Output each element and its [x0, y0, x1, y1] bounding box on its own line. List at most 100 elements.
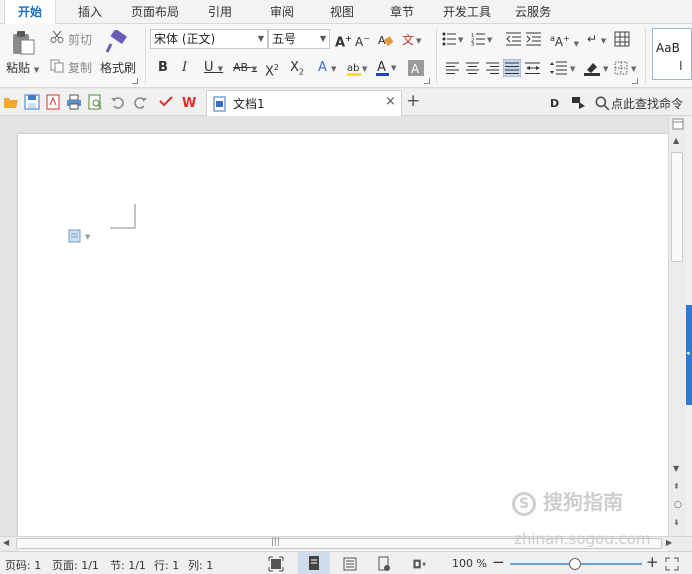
copy-icon[interactable]	[50, 59, 64, 73]
redo-icon[interactable]	[132, 94, 148, 110]
format-painter-icon[interactable]	[104, 30, 128, 54]
underline-icon[interactable]: U ▼	[204, 59, 223, 78]
fit-window-icon[interactable]	[664, 556, 680, 572]
decrease-indent-icon[interactable]	[506, 32, 522, 46]
align-center-icon[interactable]	[466, 62, 480, 74]
tab-review[interactable]: 审阅	[262, 0, 302, 24]
ruler-toggle-icon[interactable]	[672, 118, 684, 130]
document-tab[interactable]: 文档1 ×	[206, 90, 402, 116]
status-column[interactable]: 列: 1	[188, 557, 213, 573]
increase-indent-icon[interactable]	[526, 32, 542, 46]
tab-chapter[interactable]: 章节	[382, 0, 422, 24]
align-left-icon[interactable]	[446, 62, 460, 74]
subscript-icon[interactable]: X2	[290, 59, 304, 82]
zoom-slider[interactable]	[510, 558, 642, 570]
svg-text:▼: ▼	[85, 233, 91, 241]
tab-insert[interactable]: 插入	[70, 0, 110, 24]
italic-icon[interactable]: I	[182, 59, 187, 77]
document-canvas: ▼	[0, 116, 686, 554]
print-icon[interactable]	[66, 94, 82, 110]
clear-format-icon[interactable]: A	[377, 32, 393, 48]
next-page-icon[interactable]: ⇟	[673, 518, 680, 527]
wps-logo-icon[interactable]: W	[182, 94, 198, 110]
paragraph-options-icon[interactable]: ▼	[68, 229, 98, 243]
table-icon[interactable]	[614, 31, 630, 47]
page-view-button[interactable]	[298, 552, 330, 574]
show-marks-icon[interactable]: ↵ ▼	[587, 30, 606, 50]
search-icon[interactable]	[594, 95, 610, 111]
font-name-select[interactable]: 宋体 (正文) ▼	[150, 29, 268, 49]
font-launcher-icon[interactable]	[424, 78, 430, 84]
status-pages[interactable]: 页面: 1/1	[52, 557, 99, 573]
scroll-left-icon[interactable]: ◀	[3, 538, 9, 547]
copy-button[interactable]: 复制	[68, 59, 92, 76]
line-spacing-icon[interactable]: ▼	[550, 61, 578, 75]
zoom-in-icon[interactable]: +	[646, 553, 659, 571]
justify-icon[interactable]	[503, 59, 521, 77]
text-effect-icon[interactable]: A ▼	[318, 59, 336, 78]
vertical-scroll-thumb[interactable]	[671, 152, 683, 262]
scroll-right-icon[interactable]: ▶	[666, 538, 672, 547]
vertical-scrollbar[interactable]: ▲ ▼ ⇞ ○ ⇟	[668, 116, 686, 536]
open-folder-icon[interactable]	[3, 94, 19, 110]
close-tab-icon[interactable]: ×	[385, 94, 396, 109]
outline-view-icon[interactable]	[342, 556, 358, 572]
reading-view-icon[interactable]	[376, 556, 392, 572]
font-size-select[interactable]: 五号 ▼	[268, 29, 330, 49]
save-icon[interactable]	[24, 94, 40, 110]
paste-icon[interactable]	[10, 30, 36, 56]
export-pdf-icon[interactable]	[45, 94, 61, 110]
eye-protection-icon[interactable]: ▼	[412, 556, 428, 572]
undo-icon[interactable]	[110, 94, 126, 110]
tab-developer[interactable]: 开发工具	[438, 0, 496, 24]
scissors-icon[interactable]	[50, 30, 64, 44]
status-section[interactable]: 节: 1/1	[110, 557, 146, 573]
phonetic-guide-icon[interactable]: 文 ▼	[401, 30, 423, 48]
share-icon[interactable]	[570, 94, 586, 110]
status-page-number[interactable]: 页码: 1	[5, 557, 41, 573]
bullets-icon[interactable]: ▼	[442, 32, 466, 46]
style-gallery-item[interactable]: AaB I	[652, 28, 692, 80]
strikethrough-icon[interactable]: AB ▼	[233, 59, 257, 78]
tab-page-layout[interactable]: 页面布局	[124, 0, 186, 24]
shrink-font-icon[interactable]: A−	[355, 30, 370, 51]
prev-page-icon[interactable]: ⇞	[673, 482, 680, 491]
zoom-slider-thumb[interactable]	[569, 558, 581, 570]
print-preview-icon[interactable]	[87, 94, 103, 110]
tab-view[interactable]: 视图	[322, 0, 362, 24]
sync-icon[interactable]: D	[548, 94, 564, 110]
find-command-button[interactable]: 点此查找命令	[611, 95, 683, 112]
distributed-align-icon[interactable]	[525, 62, 541, 74]
align-right-icon[interactable]	[486, 62, 500, 74]
customize-toolbar-icon[interactable]	[158, 94, 174, 110]
status-line[interactable]: 行: 1	[154, 557, 179, 573]
full-screen-icon[interactable]	[268, 556, 284, 572]
grow-font-icon[interactable]: A+	[335, 30, 352, 52]
cut-button[interactable]: 剪切	[68, 31, 92, 48]
tab-cloud[interactable]: 云服务	[508, 0, 558, 24]
select-browse-object-icon[interactable]: ○	[674, 500, 682, 510]
superscript-icon[interactable]: X2	[265, 59, 279, 81]
font-color-icon[interactable]: A ▼	[376, 59, 398, 77]
tab-home[interactable]: 开始	[4, 0, 56, 25]
format-painter-button[interactable]: 格式刷	[100, 59, 136, 76]
task-pane-toggle[interactable]: ◂	[686, 305, 692, 405]
scroll-up-icon[interactable]: ▲	[673, 136, 679, 145]
borders-icon[interactable]: ▼	[614, 61, 642, 75]
paragraph-shading-icon[interactable]: ▼	[584, 60, 612, 76]
change-case-icon[interactable]: aA+ ▼	[550, 30, 579, 53]
new-tab-icon[interactable]: +	[406, 91, 420, 111]
numbering-icon[interactable]: 123 ▼	[471, 32, 495, 46]
character-shading-icon[interactable]: A	[408, 60, 424, 76]
highlight-icon[interactable]: ab ▼	[347, 60, 369, 78]
paragraph-launcher-icon[interactable]	[632, 78, 638, 84]
tab-references[interactable]: 引用	[200, 0, 240, 24]
document-icon	[213, 96, 226, 112]
separator	[645, 28, 646, 84]
clipboard-launcher-icon[interactable]	[132, 78, 138, 84]
scroll-down-icon[interactable]: ▼	[673, 464, 679, 473]
zoom-out-icon[interactable]: −	[492, 553, 505, 571]
paste-button[interactable]: 粘贴 ▼	[6, 59, 39, 76]
zoom-level[interactable]: 100 %	[452, 557, 487, 570]
bold-icon[interactable]: B	[158, 59, 168, 77]
